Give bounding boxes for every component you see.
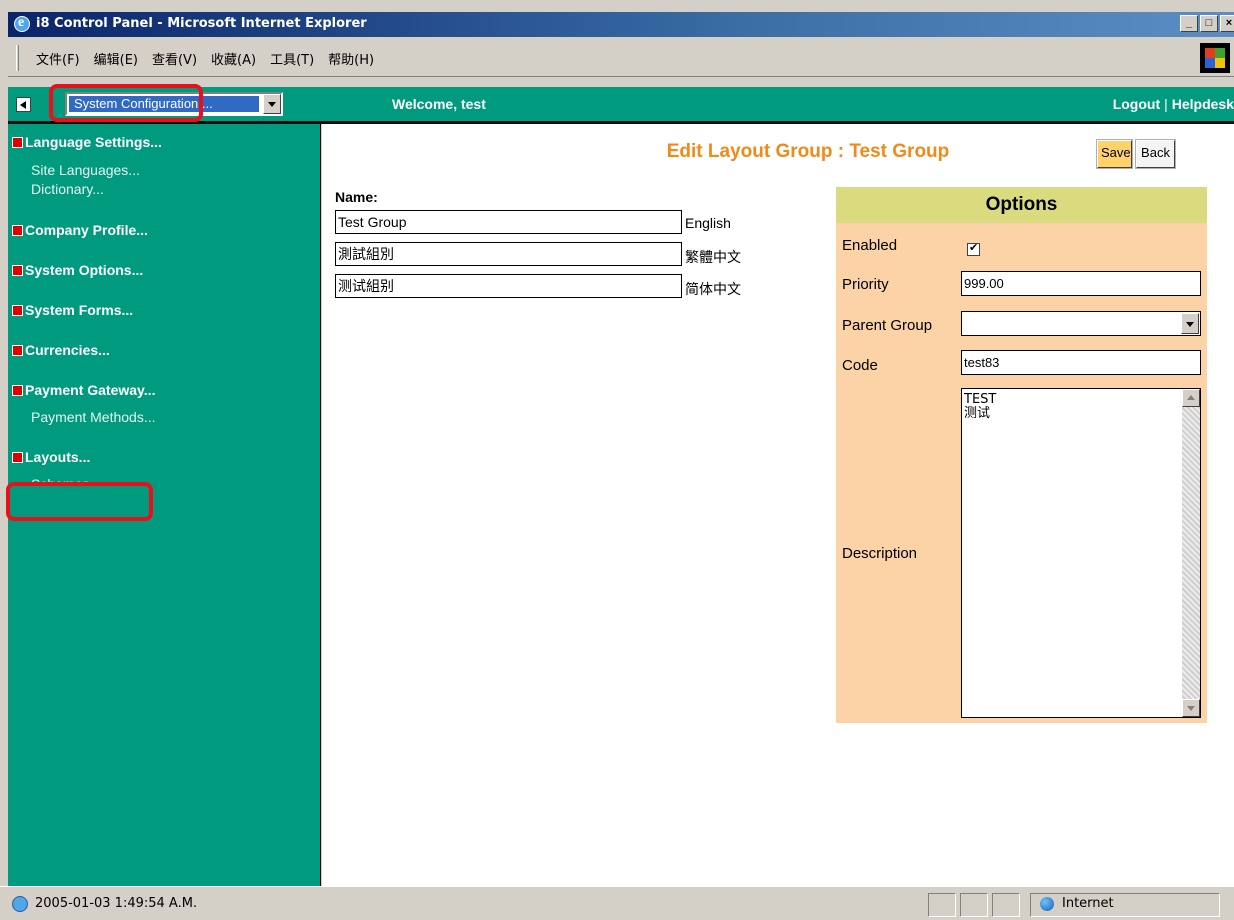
chevron-down-icon[interactable] [263,94,281,114]
save-button[interactable]: Save [1096,139,1133,169]
helpdesk-link[interactable]: Helpdesk [1172,96,1234,112]
parent-group-select[interactable] [961,311,1201,336]
chevron-down-icon[interactable] [1181,313,1199,334]
sidebar-item-site-languages[interactable]: Site Languages... [31,162,140,178]
logout-link[interactable]: Logout [1113,96,1160,112]
language-label-traditional-chinese: 繁體中文 [685,249,741,265]
priority-field[interactable]: 999.00 [961,271,1201,296]
enabled-checkbox[interactable] [967,241,980,256]
page-title: Edit Layout Group : Test Group [666,141,950,162]
sidebar-section-system-forms[interactable]: System Forms... [12,302,133,318]
options-heading: Options [836,187,1207,223]
name-field-simplified-chinese[interactable]: 测试組别 [335,274,682,298]
bullet-icon [12,136,23,148]
bullet-icon [12,304,23,316]
toolbar-grip [16,45,19,71]
menu-favorites[interactable]: 收藏(A) [211,49,256,68]
status-cell [992,893,1020,917]
menu-view[interactable]: 查看(V) [152,49,197,68]
description-textarea[interactable]: TEST 测试 [961,388,1201,718]
bullet-icon [12,451,23,463]
link-separator: | [1164,96,1168,112]
main-content: Edit Layout Group : Test Group Save Back… [322,124,1234,886]
windows-logo-icon [1200,43,1230,73]
bullet-icon [12,224,23,236]
enabled-label: Enabled [842,237,898,254]
name-field-traditional-chinese[interactable]: 測試組別 [335,242,682,266]
menu-help[interactable]: 帮助(H) [328,49,374,68]
parent-group-label: Parent Group [842,317,933,334]
code-field[interactable]: test83 [961,350,1201,375]
sidebar-section-layouts[interactable]: Layouts... [12,449,90,465]
browser-window: i8 Control Panel - Microsoft Internet Ex… [0,0,1234,920]
sidebar-section-payment-gateway[interactable]: Payment Gateway... [12,382,155,398]
bullet-icon [12,384,23,396]
language-label-simplified-chinese: 简体中文 [685,281,741,297]
page-icon [12,896,28,912]
description-text: TEST 测试 [964,392,997,421]
globe-icon [1040,897,1054,911]
description-scrollbar[interactable] [1182,389,1200,717]
sidebar-item-payment-methods[interactable]: Payment Methods... [31,409,156,425]
menu-file[interactable]: 文件(F) [36,49,80,68]
status-bar: 2005-01-03 1:49:54 A.M. Internet [0,886,1234,920]
sidebar-section-company-profile[interactable]: Company Profile... [12,222,148,238]
status-cell [960,893,988,917]
sidebar-item-dictionary[interactable]: Dictionary... [31,181,104,197]
scroll-down-icon[interactable] [1182,699,1200,717]
code-label: Code [842,357,878,374]
menu-edit[interactable]: 编辑(E) [94,49,138,68]
menu-bar: 文件(F) 编辑(E) 查看(V) 收藏(A) 工具(T) 帮助(H) [8,39,1234,77]
language-label-english: English [685,215,731,231]
name-field-english[interactable]: Test Group [335,210,682,234]
welcome-text: Welcome, test [392,96,486,112]
close-button[interactable]: × [1220,15,1234,32]
description-label: Description [842,545,918,562]
priority-label: Priority [842,276,889,293]
highlight-schemes [6,482,153,521]
header-links: Logout | Helpdesk [1113,96,1234,112]
scroll-up-icon[interactable] [1182,389,1200,407]
title-bar: i8 Control Panel - Microsoft Internet Ex… [8,12,1234,37]
window-title: i8 Control Panel - Microsoft Internet Ex… [36,16,367,31]
back-button[interactable]: Back [1135,139,1176,169]
status-text: 2005-01-03 1:49:54 A.M. [35,896,198,911]
sidebar-section-system-options[interactable]: System Options... [12,262,143,278]
bullet-icon [12,344,23,356]
highlight-module-select [49,84,203,122]
bullet-icon [12,264,23,276]
collapse-arrow-icon[interactable] [16,97,31,112]
zone-text: Internet [1062,896,1114,911]
sidebar-section-language-settings[interactable]: Language Settings... [12,134,162,150]
menu-tools[interactable]: 工具(T) [270,49,314,68]
ie-icon [14,15,30,32]
options-panel: Options Enabled Priority 999.00 Parent G… [836,187,1207,723]
minimize-button[interactable]: _ [1180,15,1198,32]
status-cell [928,893,956,917]
maximize-button[interactable]: □ [1200,15,1218,32]
name-label: Name: [335,189,378,205]
zone-cell [1030,893,1220,917]
sidebar-section-currencies[interactable]: Currencies... [12,342,110,358]
